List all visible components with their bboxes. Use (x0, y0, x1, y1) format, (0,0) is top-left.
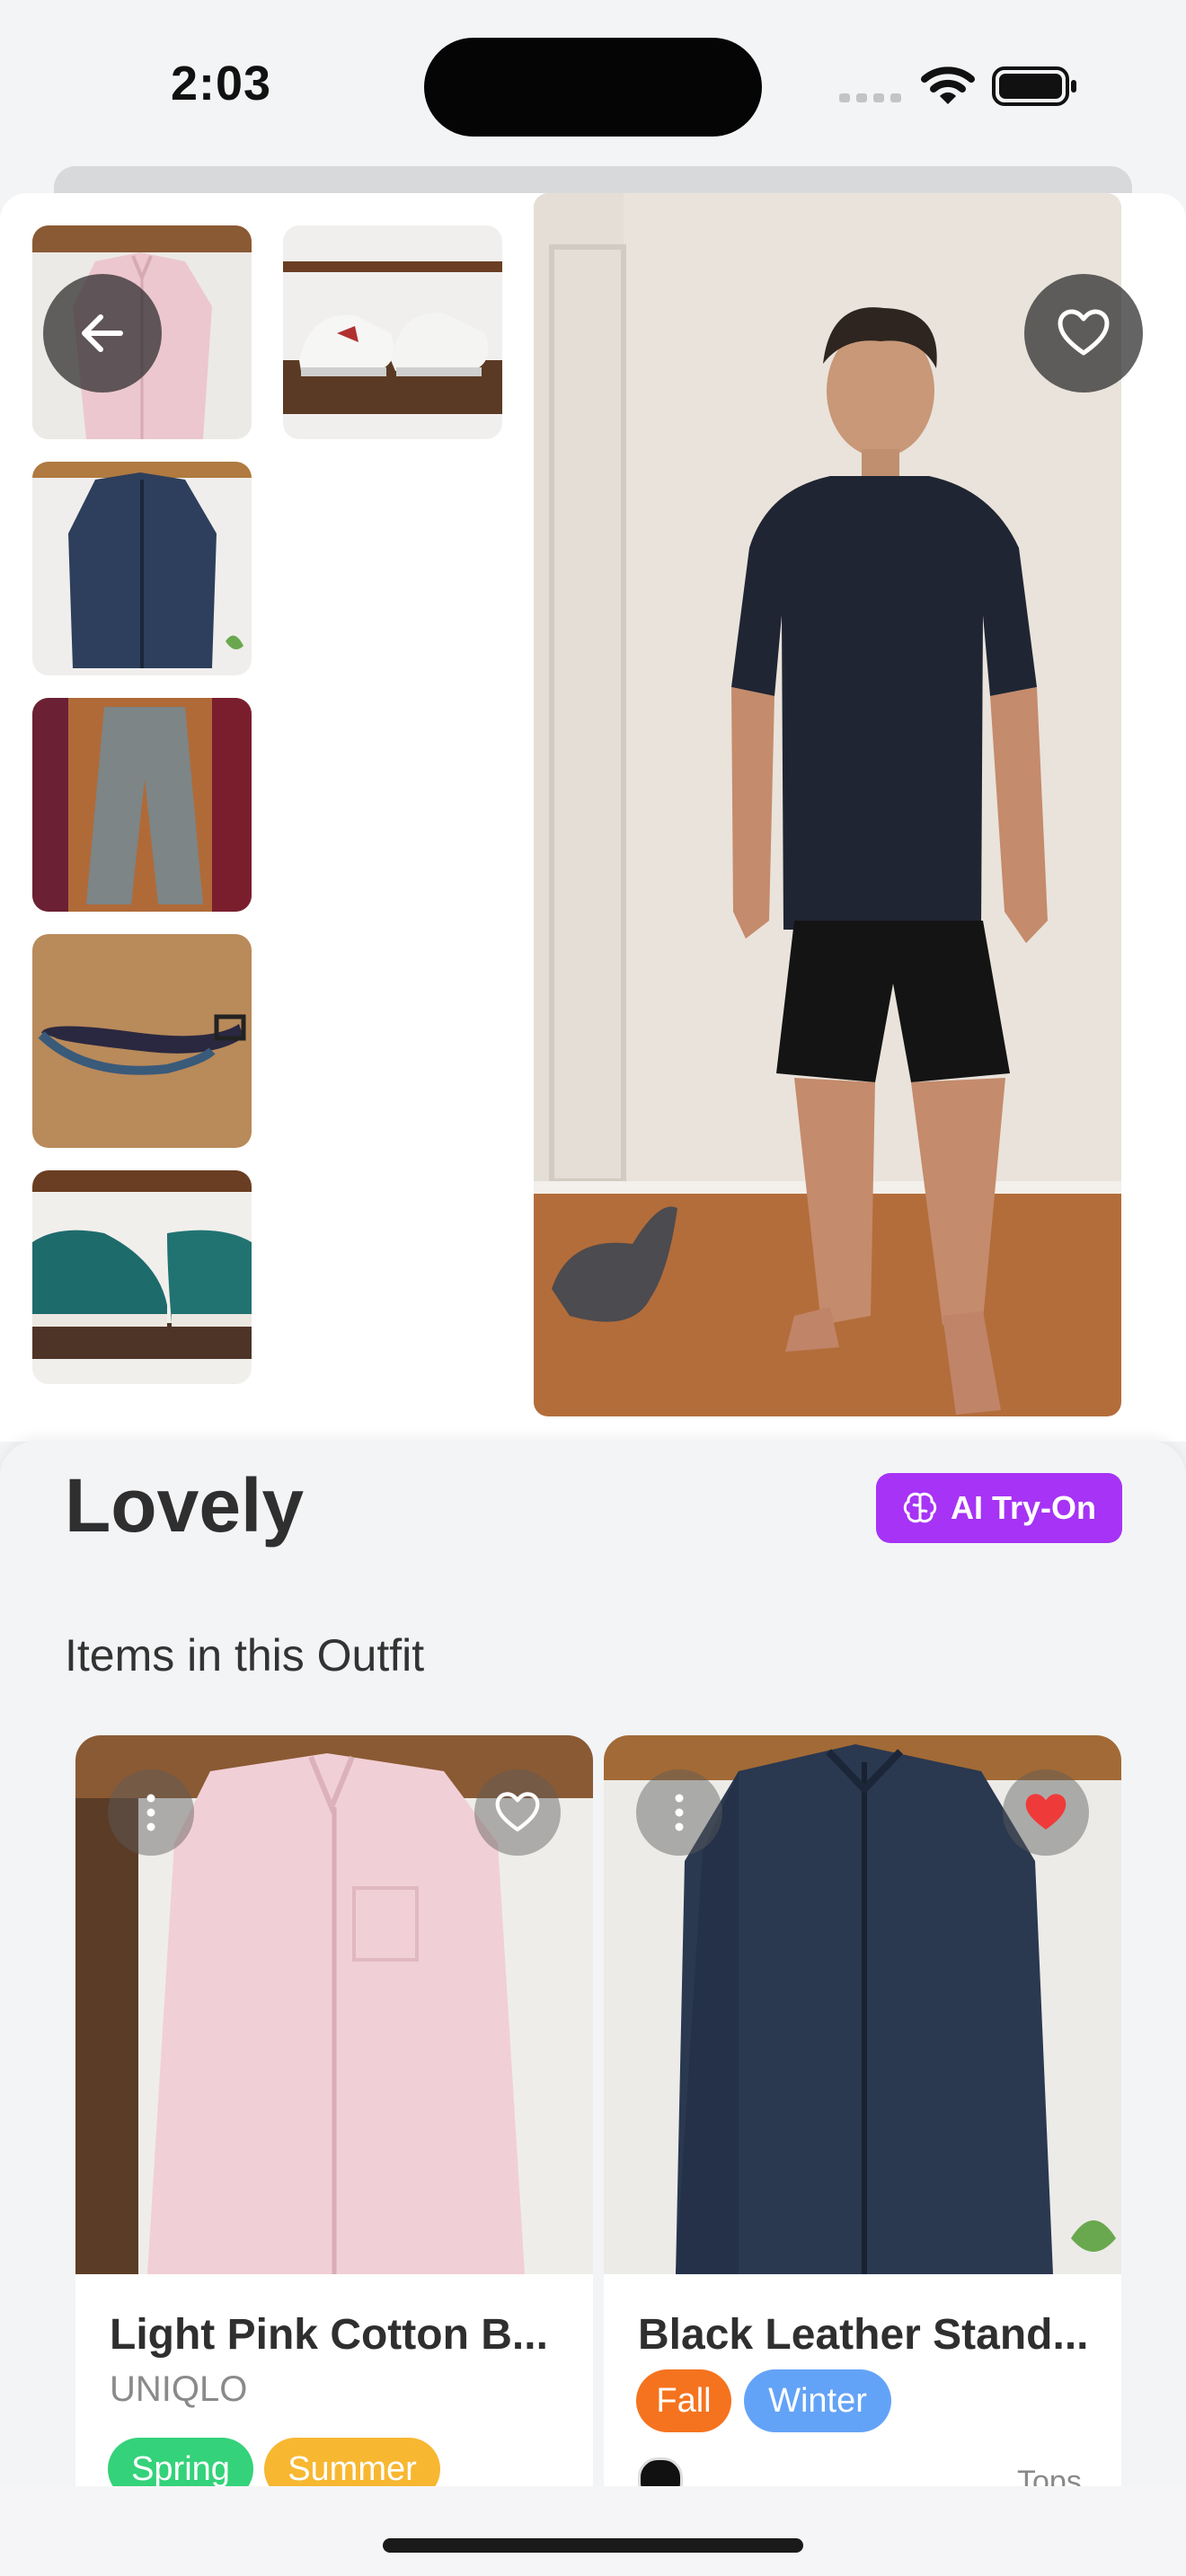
thumbnail-green-sneakers[interactable] (32, 1170, 252, 1384)
item-more-button[interactable] (108, 1769, 194, 1856)
items-section-title: Items in this Outfit (65, 1630, 425, 1681)
cellular-signal-icon (839, 93, 901, 102)
season-tag-summer: Summer (264, 2438, 440, 2490)
more-vertical-icon (146, 1794, 155, 1831)
item-brand: UNIQLO (110, 2369, 248, 2409)
color-swatch (638, 2457, 683, 2490)
item-favorite-button[interactable] (474, 1769, 561, 1856)
thumbnail-sneakers[interactable] (283, 225, 502, 439)
season-tag-winter: Winter (744, 2369, 891, 2432)
home-indicator[interactable] (383, 2538, 803, 2553)
item-name: Black Leather Stand... (638, 2311, 1089, 2359)
wifi-icon (921, 66, 975, 104)
brain-icon (903, 1492, 937, 1523)
battery-icon (992, 66, 1076, 106)
ai-try-on-label: AI Try-On (950, 1489, 1097, 1526)
item-favorite-button[interactable] (1003, 1769, 1089, 1856)
season-tag-fall: Fall (636, 2369, 731, 2432)
favorite-outfit-button[interactable] (1024, 274, 1143, 393)
item-card[interactable]: Black Leather Stand... Fall Winter Tops (604, 1735, 1121, 2490)
outfit-model-photo (534, 193, 1121, 1416)
dynamic-island (424, 38, 762, 137)
thumbnail-belt[interactable] (32, 934, 252, 1148)
ai-try-on-button[interactable]: AI Try-On (876, 1473, 1122, 1543)
outfit-name: Lovely (65, 1463, 305, 1548)
status-time: 2:03 (171, 57, 272, 110)
heart-icon (1058, 309, 1110, 356)
thumbnail-grey-pants[interactable] (32, 698, 252, 912)
season-tag-spring: Spring (108, 2438, 253, 2490)
back-button[interactable] (43, 274, 162, 393)
heart-icon (495, 1792, 540, 1831)
item-more-button[interactable] (636, 1769, 722, 1856)
item-card[interactable]: Light Pink Cotton B... UNIQLO Spring Sum… (75, 1735, 593, 2490)
thumbnail-leather-jacket[interactable] (32, 462, 252, 675)
item-name: Light Pink Cotton B... (110, 2311, 548, 2359)
arrow-left-icon (82, 314, 123, 352)
more-vertical-icon (675, 1794, 684, 1831)
home-indicator-area (0, 2486, 1186, 2576)
heart-filled-icon (1025, 1794, 1067, 1830)
